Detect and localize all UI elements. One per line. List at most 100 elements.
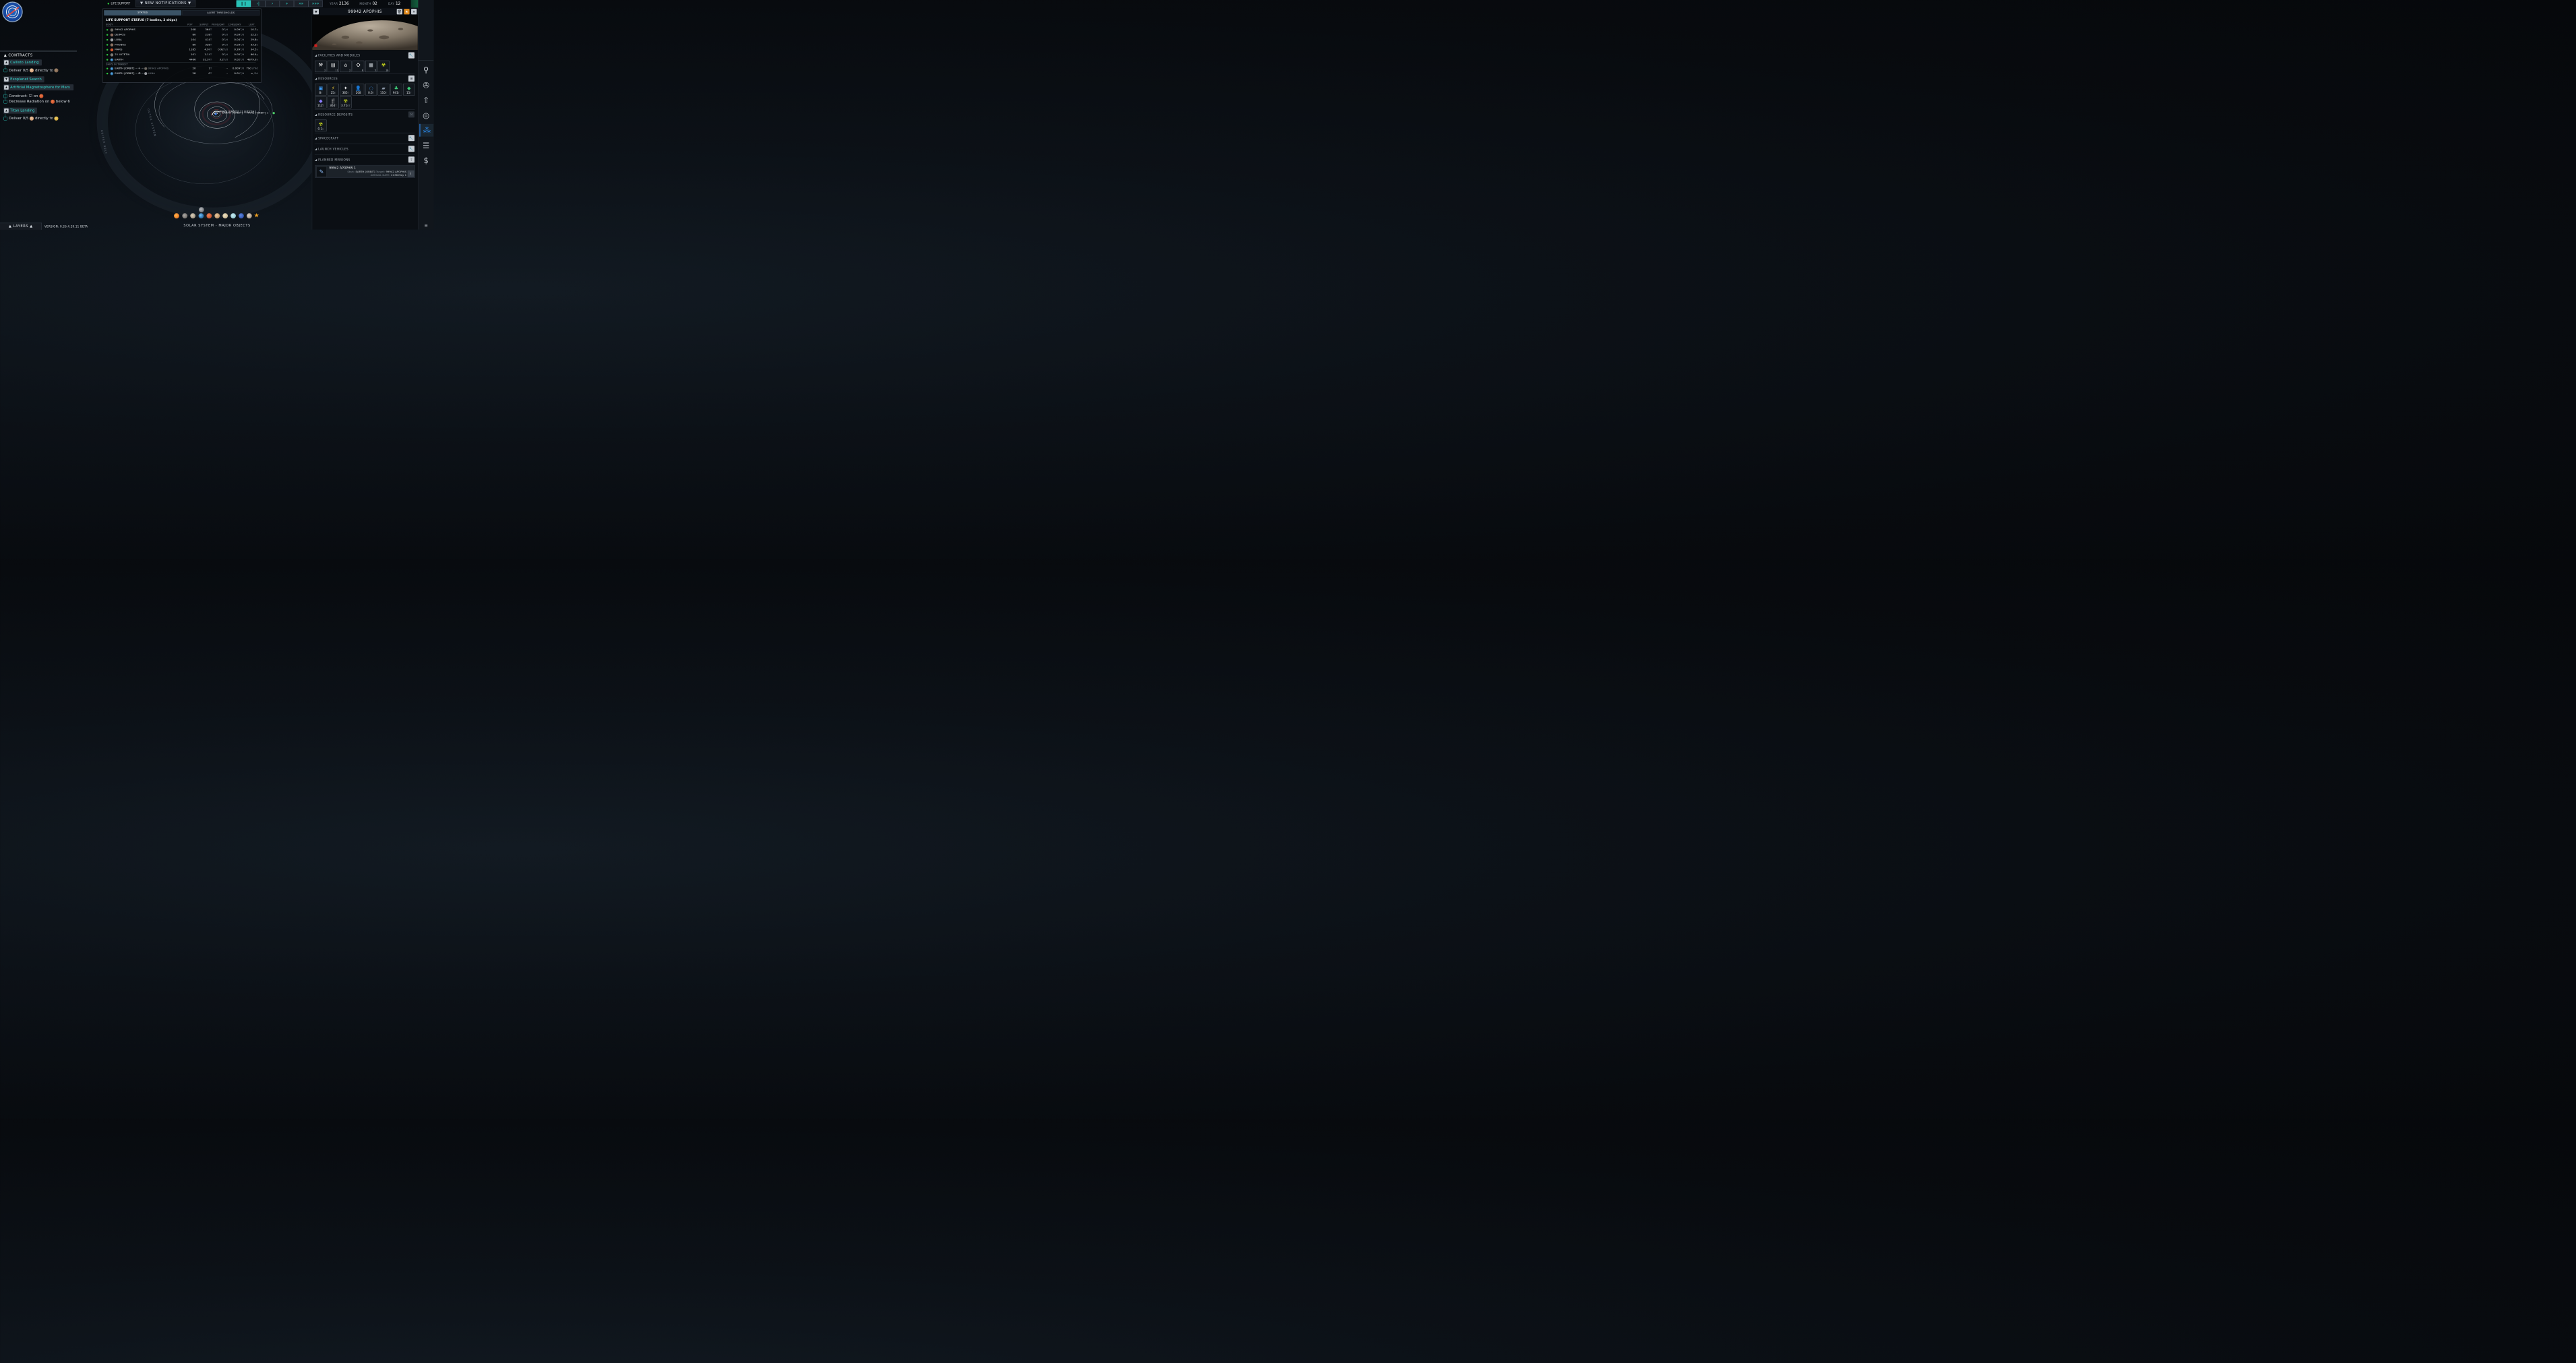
resource-tile[interactable]: 🍴 364T: [327, 96, 339, 109]
table-row[interactable]: LUNA 104 414T 0T/d 0.04T/d 29.8y: [106, 38, 258, 42]
deposit-tile[interactable]: ☢ 0.1x: [315, 119, 327, 131]
favorites-star-icon[interactable]: ★: [254, 212, 259, 219]
section-launch-vehicles[interactable]: ◢ LAUNCH VEHICLES: [315, 148, 348, 151]
saturn-shortcut[interactable]: [222, 213, 228, 219]
notifications-button[interactable]: ▼ NEW NOTIFICATIONS ▼: [135, 0, 196, 7]
task-checkbox[interactable]: [3, 68, 7, 73]
col-cons[interactable]: CONS/DAY: [225, 23, 241, 26]
col-body[interactable]: BODY: [106, 23, 113, 26]
facility-tile[interactable]: ⛭ 6: [352, 60, 365, 73]
resource-tile[interactable]: ☢ 3.71KT: [340, 96, 352, 109]
search-icon[interactable]: ⚲: [419, 63, 433, 76]
facility-tile[interactable]: ⌂ 2: [340, 60, 352, 73]
pause-button[interactable]: ❙❙: [236, 0, 251, 7]
mining-button[interactable]: ⚒: [408, 111, 415, 118]
resource-tile[interactable]: ◌ 0.6T: [365, 84, 377, 96]
contracts-header[interactable]: ▲ CONTRACTS: [4, 53, 33, 57]
collapse-icon[interactable]: ▲: [4, 85, 9, 90]
reports-icon[interactable]: ☰: [419, 140, 433, 152]
contract-titan-landing[interactable]: ▲ Titan Landing: [3, 107, 37, 114]
col-pop[interactable]: POP: [180, 23, 192, 26]
menu-icon[interactable]: ≡: [419, 222, 433, 229]
agency-logo[interactable]: [2, 1, 23, 22]
sun-shortcut[interactable]: [174, 213, 179, 219]
earth-shortcut[interactable]: [198, 213, 204, 219]
uranus-shortcut[interactable]: [231, 213, 236, 219]
trade-button[interactable]: ⊞: [408, 75, 415, 82]
resource-tile[interactable]: ♣ 941T: [390, 84, 402, 96]
mission-card[interactable]: ✎ 99942 APOPHIS 1 Start: EARTH [ORBIT] T…: [315, 164, 415, 178]
food-icon: 🍴: [330, 98, 336, 104]
tab-status[interactable]: STATUS: [104, 10, 182, 16]
table-row[interactable]: 99942 APOPHIS 208 364T 0T/d 0.09T/d 10.7…: [106, 28, 258, 32]
col-supply[interactable]: SUPPLY: [194, 23, 208, 26]
resource-tile[interactable]: ▣ 8T: [315, 84, 327, 96]
resource-tile[interactable]: ◆ 112T: [315, 96, 327, 109]
table-row[interactable]: EARTH 4466 31.3KT 3.2T/d 0.02T/d 4879.3y: [106, 57, 258, 62]
resource-tile[interactable]: 👤 208: [352, 84, 365, 96]
venus-shortcut[interactable]: [190, 213, 196, 219]
wrench-button[interactable]: 🔧: [408, 135, 415, 142]
resource-tile[interactable]: ▰ 110T: [377, 84, 390, 96]
ship-row[interactable]: EARTH [ORBIT] → ✠ → LUNA 28 0T – 0.01T/d…: [106, 71, 258, 76]
col-left[interactable]: LEFT: [242, 23, 255, 26]
resource-tile[interactable]: ◆ 15T: [403, 84, 415, 96]
info-button[interactable]: i: [407, 170, 415, 177]
resource-tile[interactable]: ✦ 365T: [340, 84, 352, 96]
jupiter-shortcut[interactable]: [214, 213, 220, 219]
table-row[interactable]: MARS 1185 4.9KT 0.92T/d 0.39T/d 34.5y: [106, 48, 258, 53]
task-checkbox[interactable]: [3, 117, 7, 121]
section-deposits[interactable]: ◢ RESOURCE DEPOSITS: [315, 113, 352, 117]
favorite-button[interactable]: ★: [404, 9, 410, 15]
delete-button[interactable]: 🗑: [396, 9, 402, 15]
table-row[interactable]: 21 LUTETIA 101 1.1KT 0T/d 0.05T/d 66.4y: [106, 53, 258, 57]
collapse-icon[interactable]: ▲: [4, 108, 9, 113]
table-row[interactable]: PHOBOS 80 328T 0T/d 0.03T/d 33.5y: [106, 42, 258, 47]
mercury-shortcut[interactable]: [182, 213, 188, 219]
resource-tile[interactable]: ⚡ 25E: [327, 84, 339, 96]
facility-tile[interactable]: ▦ 5: [365, 60, 377, 73]
collapse-icon[interactable]: ▲: [4, 60, 9, 65]
ship-row[interactable]: EARTH [ORBIT] → ✈ → 99942 APOPHIS 20 1T …: [106, 66, 258, 71]
table-row[interactable]: DEIMOS 80 218T 0T/d 0.03T/d 22.2y: [106, 32, 258, 37]
neptune-shortcut[interactable]: [239, 213, 244, 219]
orbit-icon[interactable]: ◎: [419, 109, 433, 122]
contract-exoplanet-search[interactable]: ▼ Exoplanet Search: [3, 76, 44, 83]
section-resources[interactable]: ◢ RESOURCES: [315, 77, 338, 80]
speed-1-button[interactable]: ›: [265, 0, 280, 7]
ship-marker-icon[interactable]: [211, 111, 220, 116]
contract-callisto-landing[interactable]: ▲ Callisto Landing: [3, 59, 42, 66]
pluto-shortcut[interactable]: [246, 213, 252, 219]
section-planned-missions[interactable]: ◢ PLANNED MISSIONS: [315, 158, 350, 162]
wrench-button[interactable]: 🔧: [408, 146, 415, 152]
facility-tile[interactable]: ▤ 11: [327, 60, 339, 73]
mars-shortcut[interactable]: [206, 213, 212, 219]
task-checkbox[interactable]: [3, 94, 7, 98]
section-facilities[interactable]: ◢ FACILITIES AND MODULES: [315, 54, 360, 57]
task-text: Decrease Radiation on: [9, 99, 50, 104]
expand-icon[interactable]: ▼: [4, 77, 9, 82]
colonies-icon[interactable]: ⁂: [419, 123, 434, 137]
speed-2-button[interactable]: »: [279, 0, 295, 7]
speed-4-button[interactable]: »»»: [308, 0, 323, 7]
facility-tile[interactable]: ⚒ 2: [315, 60, 327, 73]
layers-button[interactable]: ▲ LAYERS ▲: [0, 222, 42, 230]
life-support-toggle[interactable]: LIFE SUPPORT: [107, 2, 130, 5]
wrench-button[interactable]: 🔧: [408, 52, 415, 59]
prod: 0.92T/d: [212, 48, 228, 51]
step-button[interactable]: ›|: [251, 0, 266, 7]
satellite-icon[interactable]: ✇: [419, 79, 433, 92]
map-ship-label[interactable]: EARTH [ORBIT] → MARS [ORBIT] 1: [222, 112, 269, 115]
tab-alert-thresholds[interactable]: ALERT THRESHOLDS: [182, 10, 260, 16]
finance-icon[interactable]: $: [419, 154, 433, 167]
close-button[interactable]: ✕: [411, 9, 417, 15]
rocket-icon[interactable]: ⇧: [419, 94, 433, 107]
moon-shortcut[interactable]: [198, 207, 204, 213]
contract-artificial-magnetosphere[interactable]: ▲ Artificial Magnetosphere for Mars: [3, 84, 74, 91]
rocket-button[interactable]: ⇧: [408, 156, 415, 163]
section-spacecraft[interactable]: ◢ SPACECRAFT: [315, 137, 339, 140]
speed-3-button[interactable]: »»: [294, 0, 309, 7]
task-checkbox[interactable]: [3, 100, 7, 104]
col-prod[interactable]: PROD/DAY: [210, 23, 224, 26]
facility-tile[interactable]: ☢ 16: [377, 60, 390, 73]
